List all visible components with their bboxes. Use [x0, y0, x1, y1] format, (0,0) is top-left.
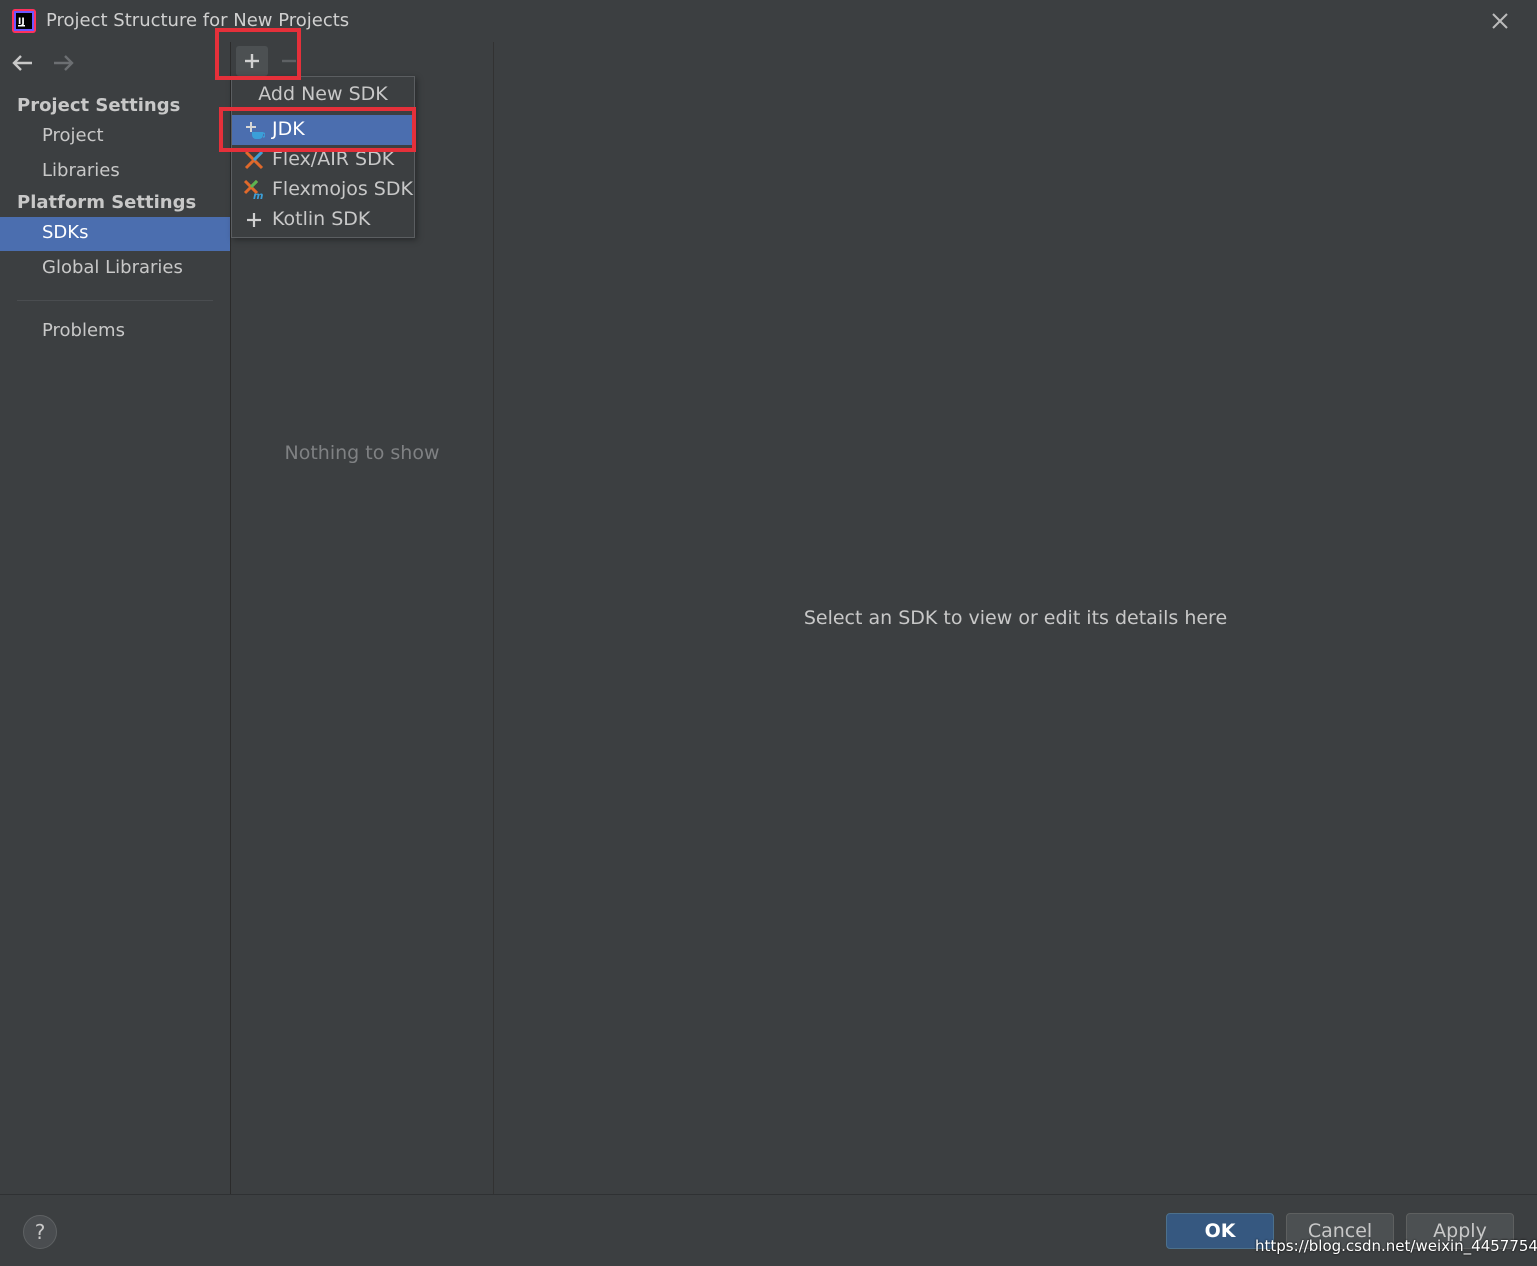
arrow-left-icon[interactable] [10, 52, 36, 74]
help-button[interactable]: ? [23, 1215, 57, 1249]
flex-sdk-icon [244, 150, 264, 170]
add-new-sdk-menu: Add New SDK JDK Flex/AIR SDK m Flexmojos… [231, 76, 415, 238]
arrow-right-icon[interactable] [50, 52, 76, 74]
close-icon[interactable] [1487, 8, 1513, 34]
nav-divider [17, 300, 213, 301]
highlight-add-button [215, 28, 301, 80]
menu-title: Add New SDK [258, 83, 388, 105]
watermark-text: https://blog.csdn.net/weixin_44577543 [1255, 1237, 1537, 1255]
nav-item-global-libraries[interactable]: Global Libraries [0, 252, 230, 286]
dialog-footer: ? OK Cancel Apply https://blog.csdn.net/… [0, 1194, 1537, 1266]
project-structure-dialog: IJ Project Structure for New Projects Pr… [0, 0, 1537, 1266]
details-hint-text: Select an SDK to view or edit its detail… [803, 607, 1228, 629]
menu-item-label: Kotlin SDK [272, 208, 371, 230]
project-settings-heading: Project Settings [17, 95, 181, 116]
nav-item-label: Problems [42, 320, 125, 341]
nav-item-label: Global Libraries [42, 257, 183, 278]
nav-item-label: SDKs [42, 222, 89, 243]
flexmojos-sdk-icon: m [243, 180, 263, 200]
nav-item-label: Project [42, 125, 104, 146]
nav-item-libraries[interactable]: Libraries [0, 155, 230, 189]
plus-icon [247, 213, 261, 227]
intellij-idea-icon: IJ [12, 9, 36, 33]
menu-item-flexmojos-sdk[interactable]: m Flexmojos SDK [232, 175, 414, 205]
highlight-jdk-item [219, 107, 416, 152]
sdk-details-panel: Select an SDK to view or edit its detail… [494, 42, 1537, 1194]
nav-item-label: Libraries [42, 160, 120, 181]
nav-item-problems[interactable]: Problems [0, 315, 230, 349]
svg-text:m: m [253, 191, 263, 200]
menu-item-label: Flexmojos SDK [272, 178, 413, 200]
platform-settings-heading: Platform Settings [17, 192, 197, 213]
empty-list-text: Nothing to show [284, 442, 440, 464]
nav-item-sdks[interactable]: SDKs [0, 217, 230, 251]
menu-item-kotlin-sdk[interactable]: Kotlin SDK [232, 205, 414, 235]
window-title: Project Structure for New Projects [46, 10, 350, 31]
nav-item-project[interactable]: Project [0, 120, 230, 154]
settings-navigation: Project Settings Project Libraries Platf… [0, 42, 231, 1194]
